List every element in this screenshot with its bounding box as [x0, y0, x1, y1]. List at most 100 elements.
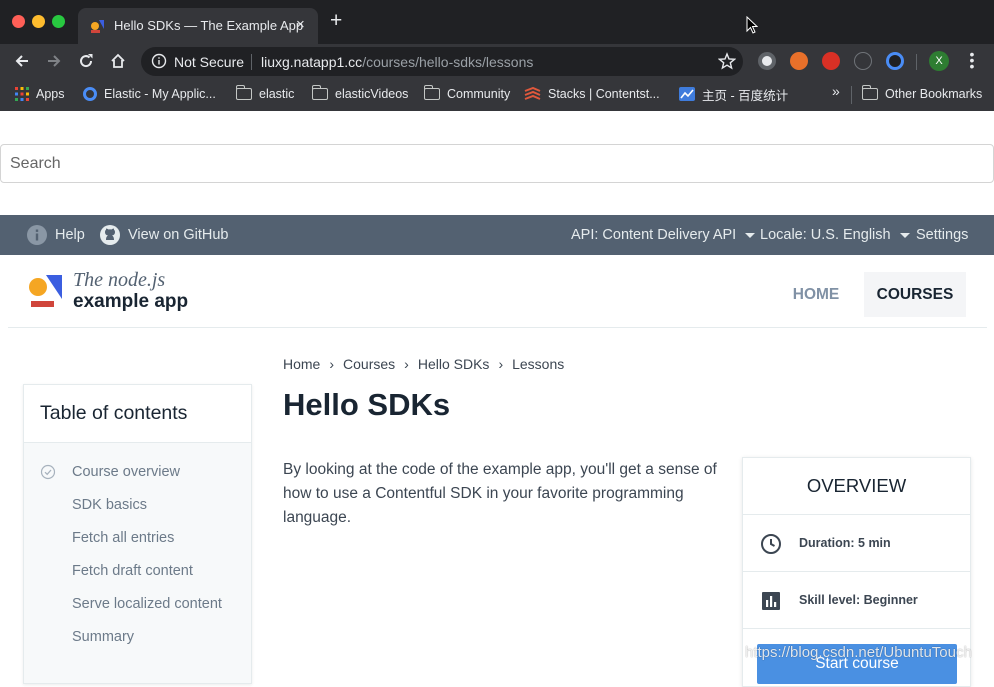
- overview-title: OVERVIEW: [743, 458, 970, 515]
- breadcrumb-courses[interactable]: Courses: [343, 356, 395, 372]
- bookmark-star-icon[interactable]: [718, 52, 736, 70]
- security-label: Not Secure: [174, 54, 245, 70]
- folder-icon: [861, 85, 878, 100]
- nav-home[interactable]: HOME: [780, 272, 852, 317]
- search-box[interactable]: [0, 144, 994, 183]
- help-label: Help: [55, 227, 85, 243]
- extension-orange-icon[interactable]: [790, 52, 808, 70]
- clock-icon: [761, 534, 781, 554]
- api-label: API: Content Delivery API: [571, 227, 737, 243]
- mouse-cursor-icon: [746, 16, 758, 34]
- tab-title: Hello SDKs — The Example App: [114, 18, 304, 33]
- bookmark-baidu-label: 主页 - 百度统计: [702, 88, 789, 103]
- minimize-window-button[interactable]: [32, 15, 45, 28]
- chevron-down-icon: [745, 232, 756, 238]
- bookmark-other-bookmarks[interactable]: Other Bookmarks: [861, 85, 982, 103]
- search-input[interactable]: [1, 145, 993, 182]
- reload-icon[interactable]: [76, 51, 96, 71]
- bookmark-baidu-stats[interactable]: 主页 - 百度统计: [679, 85, 788, 103]
- toc-item-course-overview[interactable]: Course overview: [24, 459, 251, 492]
- toc-item-fetch-all-entries[interactable]: Fetch all entries: [24, 525, 251, 558]
- forward-arrow-icon[interactable]: [44, 51, 64, 71]
- api-selector[interactable]: API: Content Delivery API: [571, 215, 756, 255]
- breadcrumb-separator: ›: [329, 356, 335, 372]
- extension-record-icon[interactable]: [758, 52, 776, 70]
- toc-item-sdk-basics[interactable]: SDK basics: [24, 492, 251, 525]
- site-header: The node.js example app HOME COURSES: [8, 255, 987, 328]
- locale-selector[interactable]: Locale: U.S. English: [760, 215, 910, 255]
- help-link[interactable]: Help: [27, 215, 85, 255]
- help-info-icon: [27, 225, 47, 245]
- bookmarks-separator: [851, 86, 852, 104]
- contentful-logo-icon[interactable]: [28, 273, 64, 309]
- toc-item-summary[interactable]: Summary: [24, 624, 251, 657]
- folder-icon: [235, 85, 252, 100]
- duration-text: Duration: 5 min: [799, 536, 891, 550]
- breadcrumb-separator: ›: [498, 356, 504, 372]
- overview-skill-level: Skill level: Beginner: [743, 572, 970, 629]
- table-of-contents: Table of contents Course overview SDK ba…: [23, 384, 252, 684]
- bookmark-elastic-app[interactable]: Elastic - My Applic...: [83, 85, 216, 103]
- toc-item-label: Serve localized content: [72, 596, 222, 612]
- home-icon[interactable]: [108, 51, 128, 71]
- toc-title: Table of contents: [24, 385, 251, 443]
- bookmark-folder-elasticvideos[interactable]: elasticVideos: [311, 85, 409, 103]
- bookmark-apps[interactable]: Apps: [15, 85, 65, 103]
- bookmark-elasticvideos-label: elasticVideos: [335, 87, 409, 101]
- folder-icon: [311, 85, 328, 100]
- watermark-text: https://blog.csdn.net/UbuntuTouch: [745, 644, 972, 661]
- address-bar[interactable]: Not Secure liuxg.natapp1.cc/courses/hell…: [141, 47, 743, 76]
- toc-item-label: Fetch draft content: [72, 563, 193, 579]
- logo-title: example app: [73, 291, 189, 312]
- bookmark-elastic-label: elastic: [259, 87, 295, 101]
- toc-item-label: Summary: [72, 629, 135, 645]
- settings-link[interactable]: Settings: [916, 215, 968, 255]
- toc-item-fetch-draft-content[interactable]: Fetch draft content: [24, 558, 251, 591]
- url-path: /courses/hello-sdks/lessons: [362, 54, 534, 70]
- bookmark-folder-elastic[interactable]: elastic: [235, 85, 295, 103]
- extension-hand-icon[interactable]: [822, 52, 840, 70]
- github-link[interactable]: View on GitHub: [100, 215, 228, 255]
- bookmark-stacks[interactable]: Stacks | Contentst...: [524, 85, 660, 103]
- browser-toolbar: Not Secure liuxg.natapp1.cc/courses/hell…: [0, 44, 994, 78]
- breadcrumb-home[interactable]: Home: [283, 356, 320, 372]
- breadcrumb-current: Lessons: [512, 356, 565, 372]
- bookmark-community-label: Community: [447, 87, 511, 101]
- browser-chrome: Hello SDKs — The Example App × + Not Sec…: [0, 0, 994, 111]
- browser-tab-active[interactable]: Hello SDKs — The Example App ×: [78, 8, 318, 44]
- back-arrow-icon[interactable]: [12, 51, 32, 71]
- info-icon[interactable]: [151, 53, 167, 69]
- extension-info-icon[interactable]: [854, 52, 872, 70]
- site-favicon-icon: [91, 20, 104, 33]
- extension-blue-ring-icon[interactable]: [886, 52, 904, 70]
- nav-courses[interactable]: COURSES: [864, 272, 966, 317]
- chevron-down-icon: [899, 232, 910, 238]
- overview-duration: Duration: 5 min: [743, 515, 970, 572]
- bar-chart-icon: [762, 592, 780, 610]
- toc-item-label: Fetch all entries: [72, 530, 175, 546]
- github-icon: [100, 225, 120, 245]
- maximize-window-button[interactable]: [52, 15, 65, 28]
- breadcrumb-course[interactable]: Hello SDKs: [418, 356, 490, 372]
- tab-close-icon[interactable]: ×: [296, 16, 305, 33]
- bookmarks-overflow-chevron-icon[interactable]: »: [832, 83, 840, 99]
- settings-label: Settings: [916, 227, 969, 243]
- new-tab-button[interactable]: +: [330, 10, 342, 31]
- kebab-menu-icon[interactable]: • • •: [969, 47, 975, 73]
- page-title: Hello SDKs: [283, 387, 451, 422]
- course-intro: By looking at the code of the example ap…: [283, 461, 717, 526]
- locale-label: Locale: U.S. English: [760, 227, 891, 243]
- skill-level-text: Skill level: Beginner: [799, 593, 918, 607]
- toc-item-serve-localized-content[interactable]: Serve localized content: [24, 591, 251, 624]
- profile-avatar[interactable]: X: [929, 51, 949, 71]
- toc-list: Course overview SDK basics Fetch all ent…: [24, 443, 251, 657]
- bookmark-elastic-app-label: Elastic - My Applic...: [104, 87, 216, 101]
- github-label: View on GitHub: [128, 227, 229, 243]
- close-window-button[interactable]: [12, 15, 25, 28]
- apps-grid-icon: [15, 87, 29, 101]
- check-circle-icon: [40, 464, 56, 480]
- bookmark-stacks-label: Stacks | Contentst...: [548, 87, 660, 101]
- url-text[interactable]: liuxg.natapp1.cc/courses/hello-sdks/less…: [261, 54, 533, 70]
- bookmark-folder-community[interactable]: Community: [423, 85, 511, 103]
- url-host: liuxg.natapp1.cc: [261, 54, 363, 70]
